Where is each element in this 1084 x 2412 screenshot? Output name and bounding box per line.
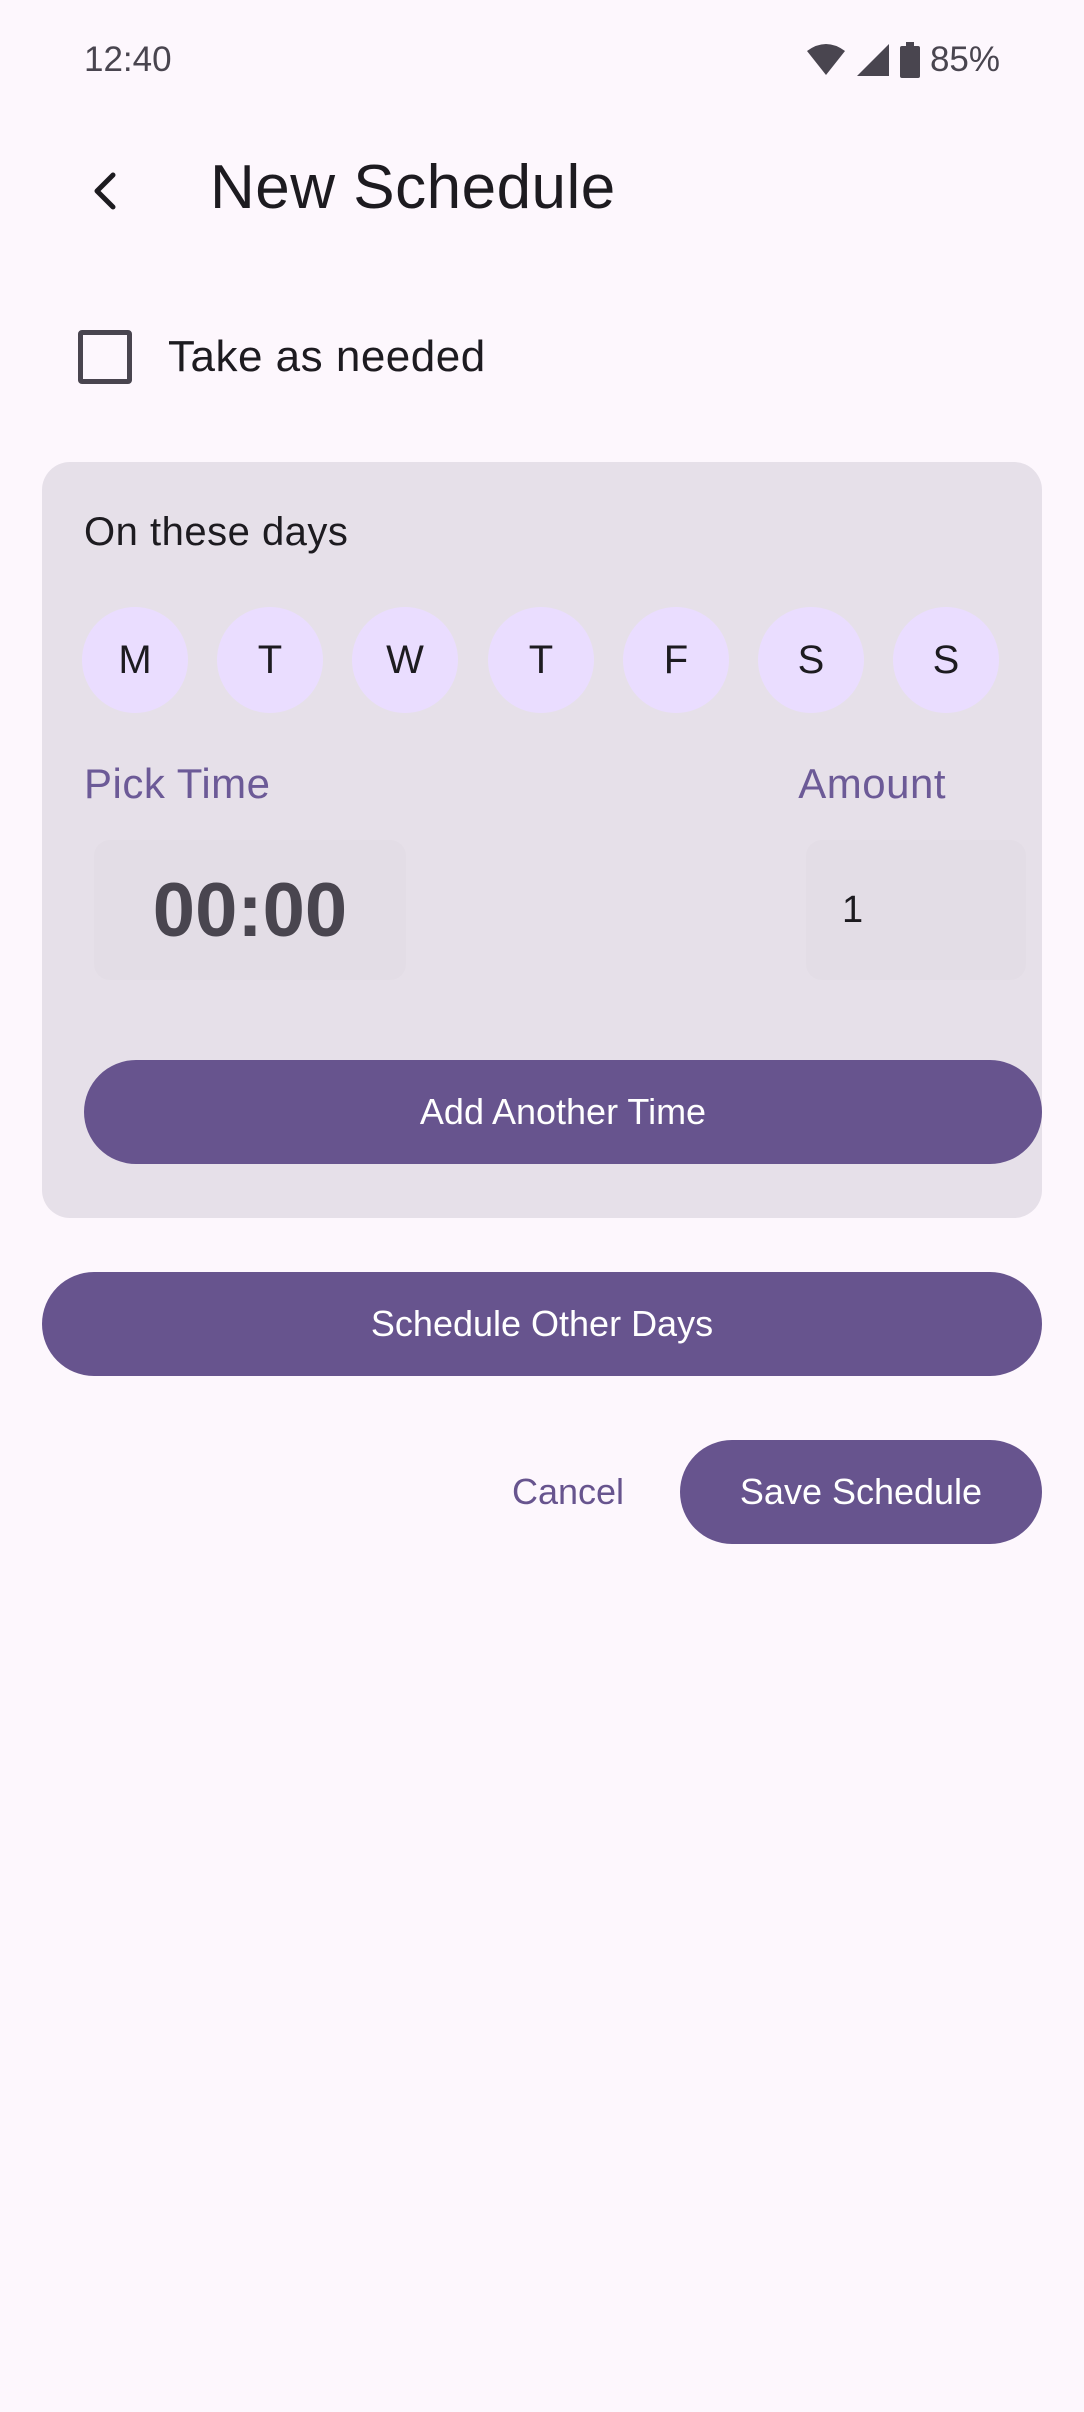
day-chip-friday[interactable]: F (623, 607, 729, 713)
schedule-other-days-button[interactable]: Schedule Other Days (42, 1272, 1042, 1376)
take-as-needed-checkbox[interactable] (78, 330, 132, 384)
back-button[interactable] (70, 158, 140, 228)
amount-input[interactable]: 1 (806, 840, 1026, 980)
days-heading: On these days (84, 510, 349, 554)
take-as-needed-label: Take as needed (168, 332, 486, 381)
page-title: New Schedule (210, 153, 616, 222)
day-chip-sunday[interactable]: S (893, 607, 999, 713)
status-icons: 85% (806, 40, 1000, 80)
status-time: 12:40 (84, 40, 172, 79)
save-schedule-button[interactable]: Save Schedule (680, 1440, 1042, 1544)
day-chip-wednesday[interactable]: W (352, 607, 458, 713)
cell-signal-icon (856, 43, 890, 77)
day-chip-saturday[interactable]: S (758, 607, 864, 713)
day-chip-thursday[interactable]: T (488, 607, 594, 713)
day-chip-tuesday[interactable]: T (217, 607, 323, 713)
battery-percent: 85% (929, 40, 1000, 79)
chevron-left-icon (91, 171, 119, 216)
time-picker-field[interactable]: 00:00 (94, 840, 406, 980)
day-selector: M T W T F S S (82, 607, 1002, 713)
pick-time-label: Pick Time (84, 760, 271, 807)
status-bar: 12:40 85% (0, 0, 1084, 124)
day-chip-monday[interactable]: M (82, 607, 188, 713)
add-another-time-button[interactable]: Add Another Time (84, 1060, 1042, 1164)
wifi-icon (806, 43, 846, 77)
cancel-button[interactable]: Cancel (480, 1440, 656, 1544)
take-as-needed-row[interactable]: Take as needed (78, 330, 486, 384)
schedule-days-card: On these days M T W T F S S Pick Time Am… (42, 462, 1042, 1218)
app-bar: New Schedule (0, 130, 1084, 250)
battery-icon (899, 42, 920, 78)
amount-label: Amount (798, 760, 946, 807)
